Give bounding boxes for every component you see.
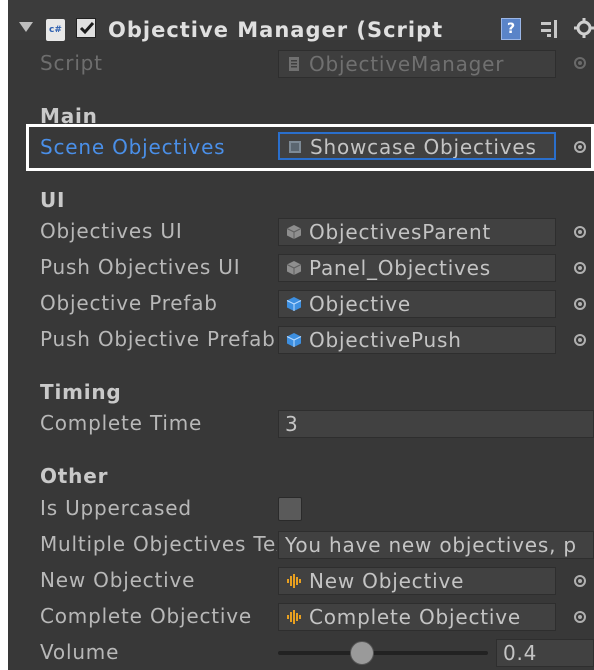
is-uppercased-checkbox[interactable] bbox=[278, 497, 302, 521]
script-file-icon bbox=[289, 57, 299, 71]
complete-objective-label: Complete Objective bbox=[40, 604, 252, 628]
scene-objectives-label: Scene Objectives bbox=[40, 135, 226, 159]
volume-label: Volume bbox=[40, 640, 120, 664]
complete-time-input[interactable]: 3 bbox=[278, 410, 594, 438]
object-picker-icon[interactable] bbox=[574, 226, 586, 238]
gameobject-icon bbox=[286, 261, 302, 275]
foldout-arrow-icon[interactable] bbox=[19, 22, 33, 32]
object-picker-icon[interactable] bbox=[574, 334, 586, 346]
prefab-icon bbox=[286, 297, 302, 311]
objectives-ui-label: Objectives UI bbox=[40, 219, 183, 243]
complete-time-label: Complete Time bbox=[40, 411, 203, 435]
multiple-objectives-input[interactable]: You have new objectives, p bbox=[278, 531, 594, 559]
is-uppercased-label: Is Uppercased bbox=[40, 496, 192, 520]
section-timing: Timing bbox=[40, 380, 122, 404]
push-objective-prefab-value: ObjectivePush bbox=[309, 328, 462, 352]
volume-input[interactable]: 0.4 bbox=[496, 639, 594, 667]
script-field: ObjectiveManager bbox=[278, 50, 556, 78]
prefab-icon bbox=[286, 333, 302, 347]
audio-clip-icon bbox=[287, 610, 301, 624]
component-enabled-checkbox[interactable] bbox=[76, 18, 96, 38]
volume-slider-thumb[interactable] bbox=[350, 641, 374, 665]
object-picker-icon[interactable] bbox=[574, 611, 586, 623]
object-picker-icon[interactable] bbox=[574, 141, 586, 153]
section-other: Other bbox=[40, 464, 109, 488]
volume-slider-track[interactable] bbox=[278, 651, 488, 655]
new-objective-field[interactable]: New Objective bbox=[278, 567, 556, 595]
gear-icon[interactable] bbox=[574, 17, 594, 39]
scene-objectives-field[interactable]: Showcase Objectives bbox=[278, 132, 556, 160]
checkmark-icon bbox=[79, 22, 95, 35]
inspector-panel: c# Objective Manager (Script ? Script Ob… bbox=[8, 0, 594, 670]
scriptable-object-icon bbox=[289, 141, 301, 153]
object-picker-icon bbox=[574, 57, 586, 69]
preset-icon[interactable] bbox=[540, 18, 560, 40]
push-objective-prefab-field[interactable]: ObjectivePush bbox=[278, 326, 556, 354]
script-label: Script bbox=[40, 51, 103, 75]
section-ui: UI bbox=[40, 188, 66, 212]
push-objectives-ui-label: Push Objectives UI bbox=[40, 255, 241, 279]
audio-clip-icon bbox=[287, 574, 301, 588]
csharp-script-icon: c# bbox=[46, 19, 65, 41]
push-objectives-ui-value: Panel_Objectives bbox=[309, 256, 492, 280]
objectives-ui-field[interactable]: ObjectivesParent bbox=[278, 218, 556, 246]
script-value: ObjectiveManager bbox=[309, 52, 505, 76]
objective-prefab-label: Objective Prefab bbox=[40, 291, 218, 315]
object-picker-icon[interactable] bbox=[574, 575, 586, 587]
complete-objective-value: Complete Objective bbox=[309, 605, 521, 629]
complete-objective-field[interactable]: Complete Objective bbox=[278, 603, 556, 631]
object-picker-icon[interactable] bbox=[574, 262, 586, 274]
push-objectives-ui-field[interactable]: Panel_Objectives bbox=[278, 254, 556, 282]
objective-prefab-field[interactable]: Objective bbox=[278, 290, 556, 318]
push-objective-prefab-label: Push Objective Prefab bbox=[40, 327, 276, 351]
new-objective-label: New Objective bbox=[40, 568, 196, 592]
objectives-ui-value: ObjectivesParent bbox=[309, 220, 492, 244]
help-book-icon[interactable]: ? bbox=[501, 18, 521, 40]
component-title: Objective Manager (Script bbox=[108, 18, 444, 42]
component-header: c# Objective Manager (Script ? bbox=[8, 0, 594, 42]
new-objective-value: New Objective bbox=[309, 569, 465, 593]
objective-prefab-value: Objective bbox=[309, 292, 412, 316]
multiple-objectives-label: Multiple Objectives Text bbox=[40, 532, 277, 556]
object-picker-icon[interactable] bbox=[574, 298, 586, 310]
scene-objectives-value: Showcase Objectives bbox=[310, 135, 537, 159]
gameobject-icon bbox=[286, 225, 302, 239]
